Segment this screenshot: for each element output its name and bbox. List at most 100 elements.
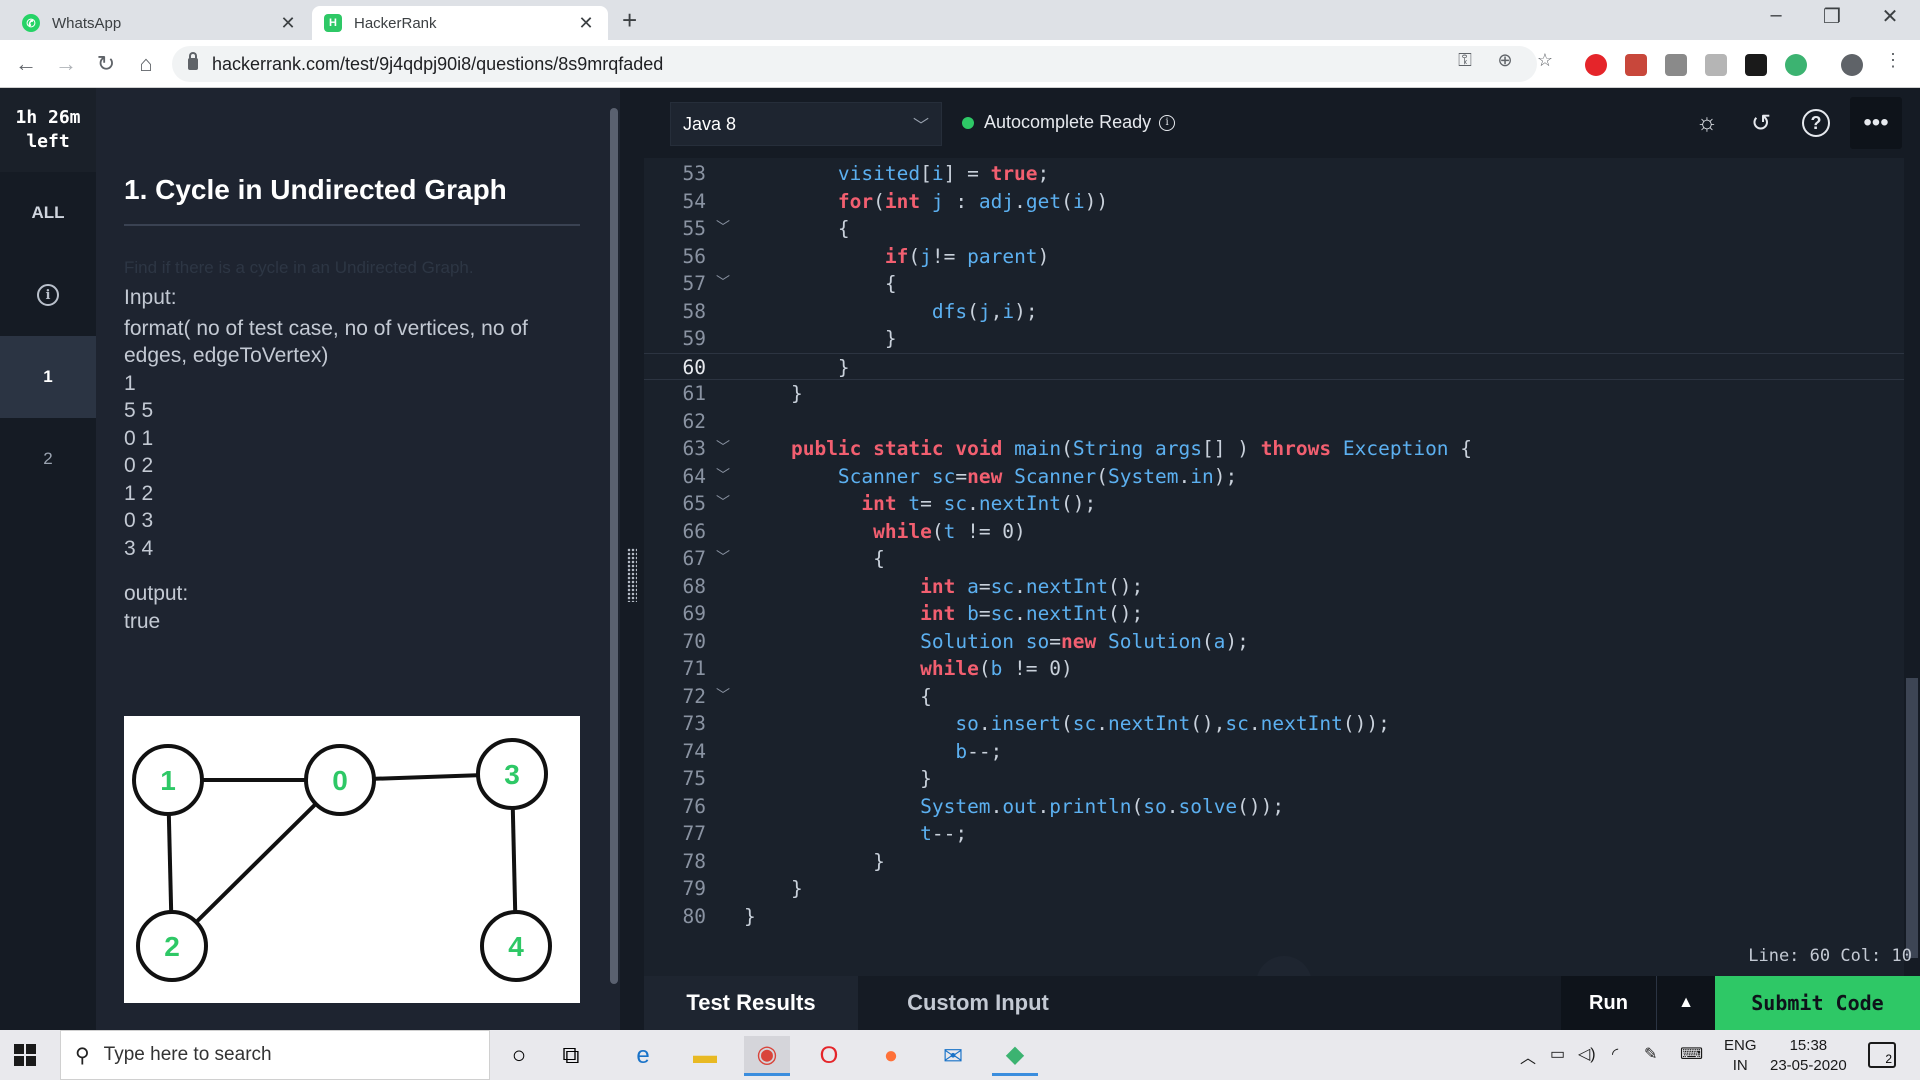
- opera-icon[interactable]: O: [806, 1036, 852, 1076]
- restore-icon[interactable]: ❐: [1812, 4, 1852, 29]
- code-line[interactable]: 60 }: [644, 352, 1920, 380]
- wifi-icon[interactable]: ◜: [1612, 1044, 1618, 1064]
- zoom-icon[interactable]: ⊕: [1493, 50, 1517, 71]
- clock[interactable]: 15:38 23-05-2020: [1770, 1036, 1847, 1076]
- code-line[interactable]: 66 while(t != 0): [644, 518, 1920, 546]
- star-icon[interactable]: ☆: [1533, 50, 1557, 71]
- code-line[interactable]: 72 ﹀ {: [644, 683, 1920, 711]
- code-line[interactable]: 64 ﹀ Scanner sc=new Scanner(System.in);: [644, 463, 1920, 491]
- extension-icon[interactable]: [1745, 54, 1767, 76]
- close-window-icon[interactable]: ✕: [1870, 4, 1910, 29]
- code-line[interactable]: 73 so.insert(sc.nextInt(),sc.nextInt());: [644, 710, 1920, 738]
- code-line[interactable]: 57 ﹀ {: [644, 270, 1920, 298]
- code-line[interactable]: 76 System.out.println(so.solve());: [644, 793, 1920, 821]
- mail-icon[interactable]: ✉: [930, 1036, 976, 1076]
- code-line[interactable]: 70 Solution so=new Solution(a);: [644, 628, 1920, 656]
- history-icon[interactable]: ↺: [1744, 106, 1778, 140]
- code-line[interactable]: 63 ﹀ public static void main(String args[…: [644, 435, 1920, 463]
- info-icon[interactable]: i: [1159, 114, 1176, 131]
- question-1-button[interactable]: 1: [0, 336, 96, 418]
- fold-chevron-icon[interactable]: ﹀: [716, 545, 730, 573]
- sample-input: 1 5 5 0 1 0 2 1 2 0 3 3 4: [124, 370, 574, 563]
- tab-test-results[interactable]: Test Results: [644, 976, 858, 1030]
- battery-icon[interactable]: ▭: [1550, 1044, 1565, 1064]
- chrome-icon[interactable]: ◉: [744, 1036, 790, 1076]
- code-line[interactable]: 56 if(j!= parent): [644, 243, 1920, 271]
- code-line[interactable]: 54 for(int j : adj.get(i)): [644, 188, 1920, 216]
- code-lines[interactable]: 53 visited[i] = true; 54 for(int j : adj.…: [644, 158, 1920, 1024]
- input-language[interactable]: ENG IN: [1724, 1036, 1757, 1076]
- theme-toggle-icon[interactable]: ☼: [1690, 106, 1724, 140]
- code-line[interactable]: 71 while(b != 0): [644, 655, 1920, 683]
- chevron-up-icon[interactable]: ︿: [1520, 1044, 1536, 1068]
- editor-scrollbar[interactable]: [1906, 678, 1918, 958]
- back-icon[interactable]: ←: [12, 50, 40, 78]
- notification-center-icon[interactable]: 2: [1868, 1042, 1896, 1068]
- code-line[interactable]: 61 }: [644, 380, 1920, 408]
- extension-icon[interactable]: [1705, 54, 1727, 76]
- fold-chevron-icon[interactable]: ﹀: [716, 435, 730, 463]
- code-line[interactable]: 77 t--;: [644, 820, 1920, 848]
- address-bar[interactable]: hackerrank.com/test/9j4qdpj90i8/question…: [172, 46, 1537, 82]
- pdf-extension-icon[interactable]: [1625, 54, 1647, 76]
- tab-custom-input[interactable]: Custom Input: [858, 976, 1098, 1030]
- profile-icon[interactable]: [1841, 54, 1863, 76]
- minimize-icon[interactable]: –: [1756, 4, 1796, 27]
- submit-code-button[interactable]: Submit Code: [1715, 976, 1920, 1030]
- code-line[interactable]: 59 }: [644, 325, 1920, 353]
- all-questions-button[interactable]: ALL: [0, 172, 96, 254]
- code-line[interactable]: 65 ﹀ int t= sc.nextInt();: [644, 490, 1920, 518]
- fold-chevron-icon[interactable]: ﹀: [716, 270, 730, 298]
- fold-chevron-icon[interactable]: ﹀: [716, 490, 730, 518]
- more-options-icon[interactable]: •••: [1850, 97, 1902, 149]
- code-line[interactable]: 62: [644, 408, 1920, 436]
- volume-icon[interactable]: ◁): [1578, 1044, 1596, 1064]
- drag-handle-icon[interactable]: [627, 548, 637, 602]
- tab-hackerrank[interactable]: H HackerRank ✕: [312, 6, 608, 40]
- code-line[interactable]: 55 ﹀ {: [644, 215, 1920, 243]
- language-select[interactable]: Java 8 ﹀: [670, 102, 942, 146]
- run-options-button[interactable]: ▲: [1657, 976, 1715, 1030]
- menu-dots-icon[interactable]: ⋮: [1881, 50, 1905, 71]
- windows-start-icon[interactable]: [14, 1044, 36, 1066]
- cortana-icon[interactable]: ○: [496, 1036, 542, 1076]
- code-line[interactable]: 75 }: [644, 765, 1920, 793]
- extension-icon[interactable]: [1785, 54, 1807, 76]
- close-icon[interactable]: ✕: [576, 13, 596, 34]
- fold-chevron-icon[interactable]: ﹀: [716, 215, 730, 243]
- app-icon[interactable]: ◆: [992, 1036, 1038, 1076]
- task-view-icon[interactable]: ⧉: [548, 1036, 594, 1076]
- reload-icon[interactable]: ↻: [92, 50, 120, 78]
- file-explorer-icon[interactable]: ▬: [682, 1036, 728, 1076]
- code-line[interactable]: 74 b--;: [644, 738, 1920, 766]
- fold-chevron-icon[interactable]: ﹀: [716, 683, 730, 711]
- run-button[interactable]: Run: [1561, 976, 1657, 1030]
- code-line[interactable]: 78 }: [644, 848, 1920, 876]
- tab-whatsapp[interactable]: ✆ WhatsApp ✕: [10, 6, 310, 40]
- problem-body: Input: format( no of test case, no of ve…: [124, 284, 574, 635]
- edge-icon[interactable]: e: [620, 1036, 666, 1076]
- keyboard-icon[interactable]: ⌨: [1680, 1044, 1703, 1064]
- new-tab-button[interactable]: +: [622, 6, 637, 34]
- camera-extension-icon[interactable]: [1665, 54, 1687, 76]
- taskbar-search-input[interactable]: ⚲ Type here to search: [60, 1030, 490, 1080]
- fold-chevron-icon[interactable]: ﹀: [716, 463, 730, 491]
- key-icon[interactable]: ⚿: [1453, 50, 1477, 71]
- problem-scrollbar[interactable]: [610, 108, 618, 984]
- opera-extension-icon[interactable]: [1585, 54, 1607, 76]
- home-icon[interactable]: ⌂: [132, 50, 160, 78]
- code-line[interactable]: 79 }: [644, 875, 1920, 903]
- pen-icon[interactable]: ✎: [1644, 1044, 1657, 1064]
- code-line[interactable]: 68 int a=sc.nextInt();: [644, 573, 1920, 601]
- info-button[interactable]: i: [0, 254, 96, 336]
- close-icon[interactable]: ✕: [278, 13, 298, 34]
- code-line[interactable]: 58 dfs(j,i);: [644, 298, 1920, 326]
- help-icon[interactable]: ?: [1799, 106, 1833, 140]
- forward-icon[interactable]: →: [52, 50, 80, 78]
- code-line[interactable]: 80}: [644, 903, 1920, 931]
- code-line[interactable]: 67 ﹀ {: [644, 545, 1920, 573]
- firefox-icon[interactable]: ●: [868, 1036, 914, 1076]
- code-line[interactable]: 69 int b=sc.nextInt();: [644, 600, 1920, 628]
- question-2-button[interactable]: 2: [0, 418, 96, 500]
- code-line[interactable]: 53 visited[i] = true;: [644, 160, 1920, 188]
